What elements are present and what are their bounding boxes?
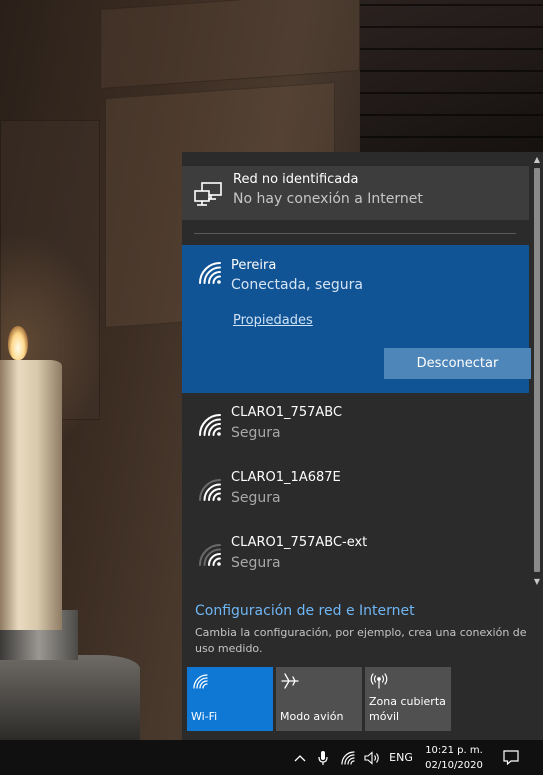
wallpaper-wood-panel: [100, 0, 360, 90]
wallpaper-candle-flame: [8, 326, 28, 360]
network-name: Pereira: [231, 258, 277, 273]
wifi-signal-full-icon: [199, 414, 221, 436]
airplane-icon: [281, 673, 299, 689]
wallpaper-candle-plate: [0, 655, 140, 740]
wallpaper-candle: [0, 360, 62, 630]
tile-label: Wi-Fi: [191, 710, 218, 723]
network-security: Segura: [231, 425, 281, 441]
show-hidden-icons-chevron-up-icon[interactable]: [290, 740, 310, 775]
network-name: Red no identificada: [233, 172, 359, 187]
network-status: Conectada, segura: [231, 277, 363, 293]
wallpaper-brick-wall: [360, 0, 543, 160]
wired-network-icon: [194, 182, 222, 206]
properties-link[interactable]: Propiedades: [233, 313, 313, 328]
tile-label: Zona cubierta móvil: [369, 695, 446, 723]
wifi-signal-full-icon: [199, 262, 221, 284]
network-security: Segura: [231, 490, 281, 506]
network-wifi-icon[interactable]: [338, 740, 360, 775]
network-security: Segura: [231, 555, 281, 571]
taskbar-clock[interactable]: 10:21 p. m. 02/10/2020: [418, 740, 490, 775]
wifi-signal-weak-icon: [199, 544, 221, 566]
action-center-icon[interactable]: [496, 740, 526, 775]
network-name: CLARO1_757ABC: [231, 405, 343, 420]
network-flyout: ▲ ▼ Red no identificada No hay conexión …: [182, 152, 543, 740]
wifi-toggle-tile[interactable]: Wi-Fi: [187, 667, 273, 731]
network-settings-description: Cambia la configuración, por ejemplo, cr…: [195, 626, 527, 655]
network-status: No hay conexión a Internet: [233, 191, 423, 207]
clock-date: 02/10/2020: [425, 759, 483, 771]
mobile-hotspot-tile[interactable]: Zona cubierta móvil: [365, 667, 451, 731]
scroll-up-arrow-icon[interactable]: ▲: [531, 154, 543, 166]
volume-icon[interactable]: [361, 740, 383, 775]
wifi-signal-medium-icon: [199, 479, 221, 501]
mobile-hotspot-icon: [370, 673, 388, 689]
taskbar: ENG 10:21 p. m. 02/10/2020: [0, 740, 543, 775]
network-name: CLARO1_1A687E: [231, 470, 341, 485]
scrollbar-thumb[interactable]: [534, 168, 540, 572]
network-name: CLARO1_757ABC-ext: [231, 535, 368, 550]
network-settings-link[interactable]: Configuración de red e Internet: [195, 603, 415, 619]
network-item-unidentified[interactable]: Red no identificada No hay conexión a In…: [182, 166, 529, 220]
scroll-down-arrow-icon[interactable]: ▼: [531, 576, 543, 588]
clock-time: 10:21 p. m.: [425, 744, 483, 756]
network-item[interactable]: CLARO1_1A687E Segura: [182, 464, 529, 524]
input-language-indicator[interactable]: ENG: [386, 740, 416, 775]
wifi-icon: [193, 674, 208, 689]
tile-label: Modo avión: [280, 710, 344, 723]
microphone-icon[interactable]: [313, 740, 333, 775]
divider: [194, 233, 516, 234]
network-item[interactable]: CLARO1_757ABC-ext Segura: [182, 529, 529, 589]
airplane-mode-tile[interactable]: Modo avión: [276, 667, 362, 731]
disconnect-button[interactable]: Desconectar: [384, 348, 531, 379]
language-label: ENG: [389, 751, 413, 764]
network-item[interactable]: CLARO1_757ABC Segura: [182, 399, 529, 459]
